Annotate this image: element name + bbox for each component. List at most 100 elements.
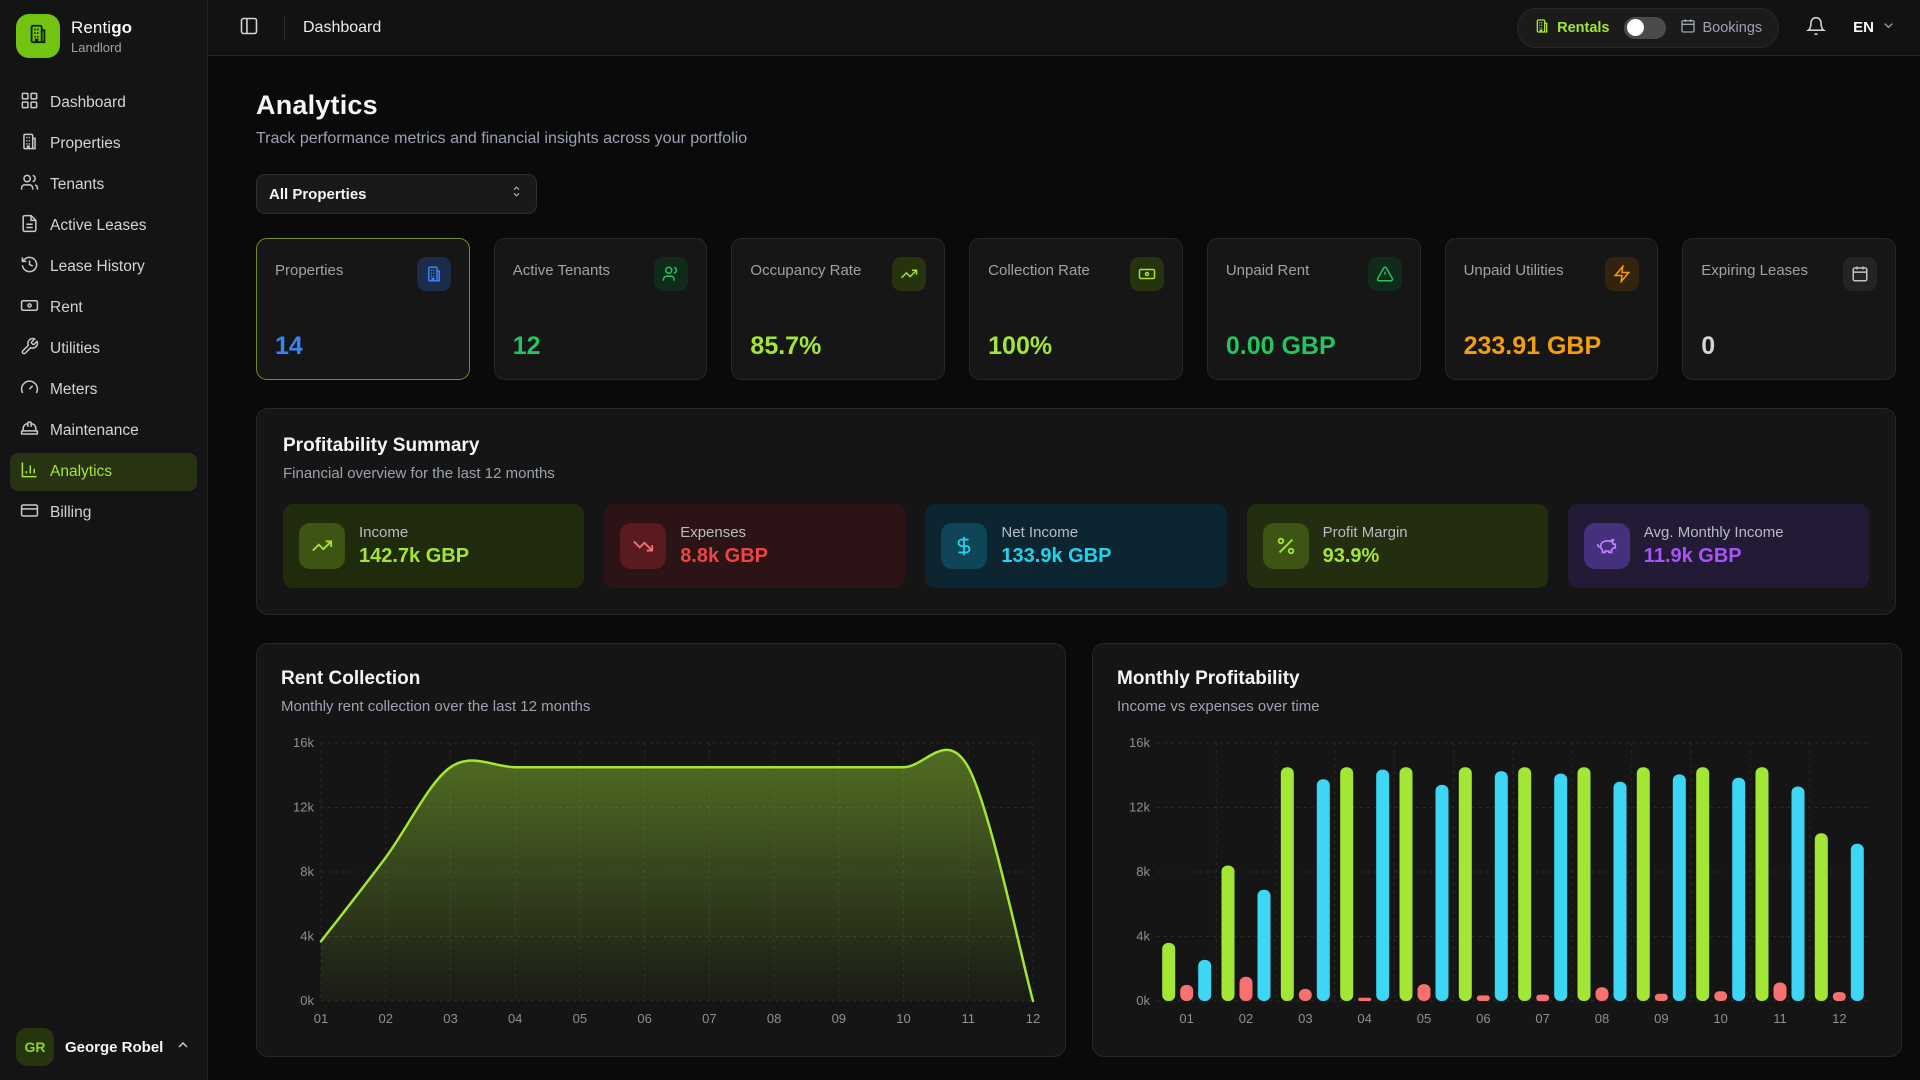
svg-text:4k: 4k — [300, 929, 314, 944]
sidebar-item-active-leases[interactable]: Active Leases — [10, 207, 197, 245]
stat-card-properties[interactable]: Properties 14 — [256, 238, 470, 380]
sidebar-item-label: Dashboard — [50, 94, 126, 112]
trending-down-icon — [620, 523, 666, 569]
user-menu[interactable]: GR George Robel — [0, 1014, 207, 1080]
net-income-card: Net Income 133.9k GBP — [925, 504, 1226, 588]
stat-card-expiring-leases[interactable]: Expiring Leases 0 — [1682, 238, 1896, 380]
sidebar-item-maintenance[interactable]: Maintenance — [10, 412, 197, 450]
brand-logo — [16, 14, 60, 58]
users-icon — [654, 257, 688, 291]
piggy-bank-icon — [1584, 523, 1630, 569]
sidebar-toggle-button[interactable] — [232, 11, 266, 45]
stat-value: 100% — [988, 332, 1164, 361]
mini-card-label: Profit Margin — [1323, 524, 1408, 541]
svg-text:0k: 0k — [300, 993, 314, 1008]
stat-value: 85.7% — [750, 332, 926, 361]
stat-card-occupancy-rate[interactable]: Occupancy Rate 85.7% — [731, 238, 945, 380]
sidebar-item-meters[interactable]: Meters — [10, 371, 197, 409]
building-icon — [20, 132, 39, 156]
stat-card-unpaid-utilities[interactable]: Unpaid Utilities 233.91 GBP — [1445, 238, 1659, 380]
mode-bookings[interactable]: Bookings — [1680, 18, 1763, 38]
chart-subtitle: Monthly rent collection over the last 12… — [281, 698, 1041, 715]
dollar-sign-icon — [941, 523, 987, 569]
svg-text:11: 11 — [962, 1011, 976, 1026]
property-filter-select[interactable]: All Properties — [256, 174, 537, 214]
building-icon — [1534, 18, 1550, 38]
app-root: Rentigo Landlord Dashboard Properties Te… — [0, 0, 1920, 1080]
mini-card-value: 93.9% — [1323, 545, 1408, 568]
stat-label: Unpaid Utilities — [1464, 257, 1564, 279]
sidebar-item-rent[interactable]: Rent — [10, 289, 197, 327]
bell-icon — [1806, 16, 1826, 39]
stat-card-unpaid-rent[interactable]: Unpaid Rent 0.00 GBP — [1207, 238, 1421, 380]
chart-title: Monthly Profitability — [1117, 668, 1877, 690]
sidebar-item-dashboard[interactable]: Dashboard — [10, 84, 197, 122]
svg-text:16k: 16k — [1129, 735, 1150, 750]
sidebar-item-utilities[interactable]: Utilities — [10, 330, 197, 368]
chevrons-up-down-icon — [509, 184, 524, 204]
sidebar-item-tenants[interactable]: Tenants — [10, 166, 197, 204]
notifications-button[interactable] — [1799, 11, 1833, 45]
mini-card-value: 133.9k GBP — [1001, 545, 1111, 568]
mode-switcher: Rentals Bookings — [1517, 8, 1779, 48]
svg-text:02: 02 — [1239, 1011, 1253, 1026]
stat-label: Collection Rate — [988, 257, 1090, 279]
avatar: GR — [16, 1028, 54, 1066]
monthly-profitability-bar-chart: 0k4k8k12k16k010203040506070809101112 — [1117, 729, 1877, 1031]
profit-margin-card: Profit Margin 93.9% — [1247, 504, 1548, 588]
chart-subtitle: Income vs expenses over time — [1117, 698, 1877, 715]
svg-text:03: 03 — [443, 1011, 457, 1026]
page-title: Analytics — [256, 90, 1896, 121]
stat-card-collection-rate[interactable]: Collection Rate 100% — [969, 238, 1183, 380]
svg-text:06: 06 — [637, 1011, 651, 1026]
monthly-profitability-chart-card: Monthly Profitability Income vs expenses… — [1092, 643, 1902, 1057]
svg-text:0k: 0k — [1136, 993, 1150, 1008]
divider — [284, 15, 285, 41]
building-icon — [27, 23, 49, 50]
mode-toggle[interactable] — [1624, 17, 1666, 39]
chart-title: Rent Collection — [281, 668, 1041, 690]
language-selector[interactable]: EN — [1853, 18, 1896, 38]
language-code: EN — [1853, 19, 1874, 36]
sidebar-item-billing[interactable]: Billing — [10, 494, 197, 532]
calendar-icon — [1680, 18, 1696, 38]
chevron-down-icon — [1881, 18, 1896, 38]
profitability-cards: Income 142.7k GBP Expenses 8.8k GBP Net … — [283, 504, 1869, 588]
sidebar-item-label: Billing — [50, 504, 91, 522]
sidebar-nav: Dashboard Properties Tenants Active Leas… — [0, 76, 207, 1014]
percent-icon — [1263, 523, 1309, 569]
sidebar-item-label: Analytics — [50, 463, 112, 481]
sidebar-item-label: Active Leases — [50, 217, 147, 235]
sidebar: Rentigo Landlord Dashboard Properties Te… — [0, 0, 208, 1080]
history-icon — [20, 255, 39, 279]
stat-card-active-tenants[interactable]: Active Tenants 12 — [494, 238, 708, 380]
stat-label: Unpaid Rent — [1226, 257, 1309, 279]
trending-up-icon — [892, 257, 926, 291]
page-subtitle: Track performance metrics and financial … — [256, 130, 1896, 148]
svg-text:08: 08 — [1595, 1011, 1609, 1026]
svg-text:12k: 12k — [293, 800, 314, 815]
sidebar-item-label: Properties — [50, 135, 121, 153]
sidebar-item-label: Tenants — [50, 176, 104, 194]
sidebar-item-lease-history[interactable]: Lease History — [10, 248, 197, 286]
avg-monthly-income-card: Avg. Monthly Income 11.9k GBP — [1568, 504, 1869, 588]
panel-left-icon — [239, 16, 259, 39]
mini-card-label: Avg. Monthly Income — [1644, 524, 1784, 541]
mode-rentals[interactable]: Rentals — [1534, 18, 1609, 38]
brand-role: Landlord — [71, 40, 132, 55]
sidebar-item-analytics[interactable]: Analytics — [10, 453, 197, 491]
content: Analytics Track performance metrics and … — [208, 56, 1920, 1080]
svg-text:01: 01 — [1179, 1011, 1193, 1026]
user-name: George Robel — [65, 1039, 164, 1056]
banknote-icon — [20, 296, 39, 320]
svg-text:10: 10 — [1713, 1011, 1727, 1026]
svg-text:07: 07 — [702, 1011, 716, 1026]
svg-text:05: 05 — [573, 1011, 587, 1026]
mode-bookings-label: Bookings — [1703, 20, 1763, 36]
svg-text:07: 07 — [1535, 1011, 1549, 1026]
sidebar-item-label: Rent — [50, 299, 83, 317]
svg-text:08: 08 — [767, 1011, 781, 1026]
svg-text:01: 01 — [314, 1011, 328, 1026]
sidebar-item-properties[interactable]: Properties — [10, 125, 197, 163]
panel-subtitle: Financial overview for the last 12 month… — [283, 465, 1869, 482]
